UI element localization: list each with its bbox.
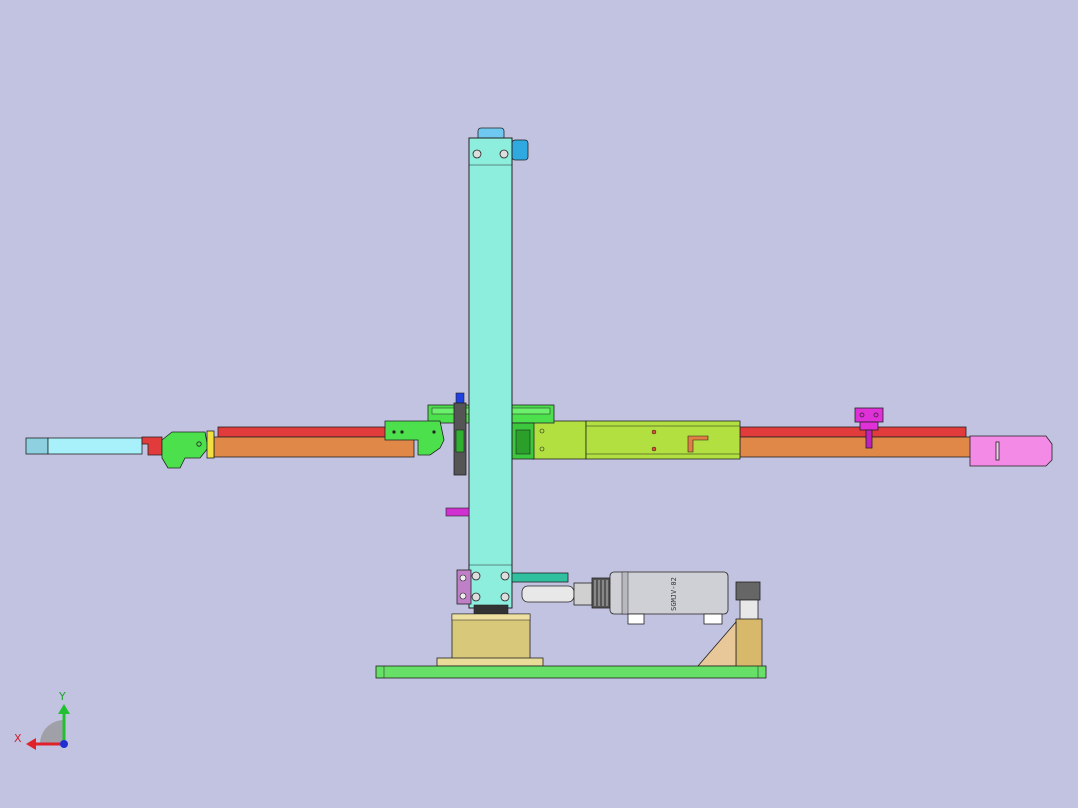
column-top-side-block [511,139,529,161]
motor-marking: SGMJV-02 [670,577,678,611]
arm-upper-rail-right [739,426,967,438]
z-axis-dot [60,740,68,748]
magenta-tab [445,507,470,517]
slider-block-connector [531,420,587,460]
motor-gear [735,581,761,601]
gripper-left [161,431,209,469]
motor-assembly: SGMJV-02 [521,571,763,668]
arm-upper-rail-left [217,426,391,438]
column [468,137,513,609]
column-coupling [473,604,509,616]
left-red-connector [141,436,163,456]
motor-shaft [521,585,575,603]
brass-base-flange [436,657,544,667]
brass-post [735,618,763,668]
teal-link [511,572,569,583]
motor-foot-right [703,613,723,625]
arm-lower-rail-right [739,436,973,458]
brass-base-cylinder [451,613,531,660]
axis-triad: Y X [14,690,70,750]
left-tip-end [25,437,49,455]
base-plate [375,665,767,679]
arm-lower-rail-left [213,436,415,458]
cad-viewport[interactable]: SGMJV-02 Y X [0,0,1078,808]
motor-foot-left [627,613,645,625]
triangle-support [697,620,737,667]
triad-y-label: Y [58,690,66,703]
horizontal-arm [25,392,1053,476]
gripper-right [969,435,1053,467]
gripper-left-yellow-plate [206,430,215,459]
left-tip-rod [47,437,143,455]
gripper-right-slot [995,441,1000,461]
nozzle-blue-cap [455,392,465,404]
slider-block [585,420,741,460]
triad-x-label: X [14,732,22,745]
